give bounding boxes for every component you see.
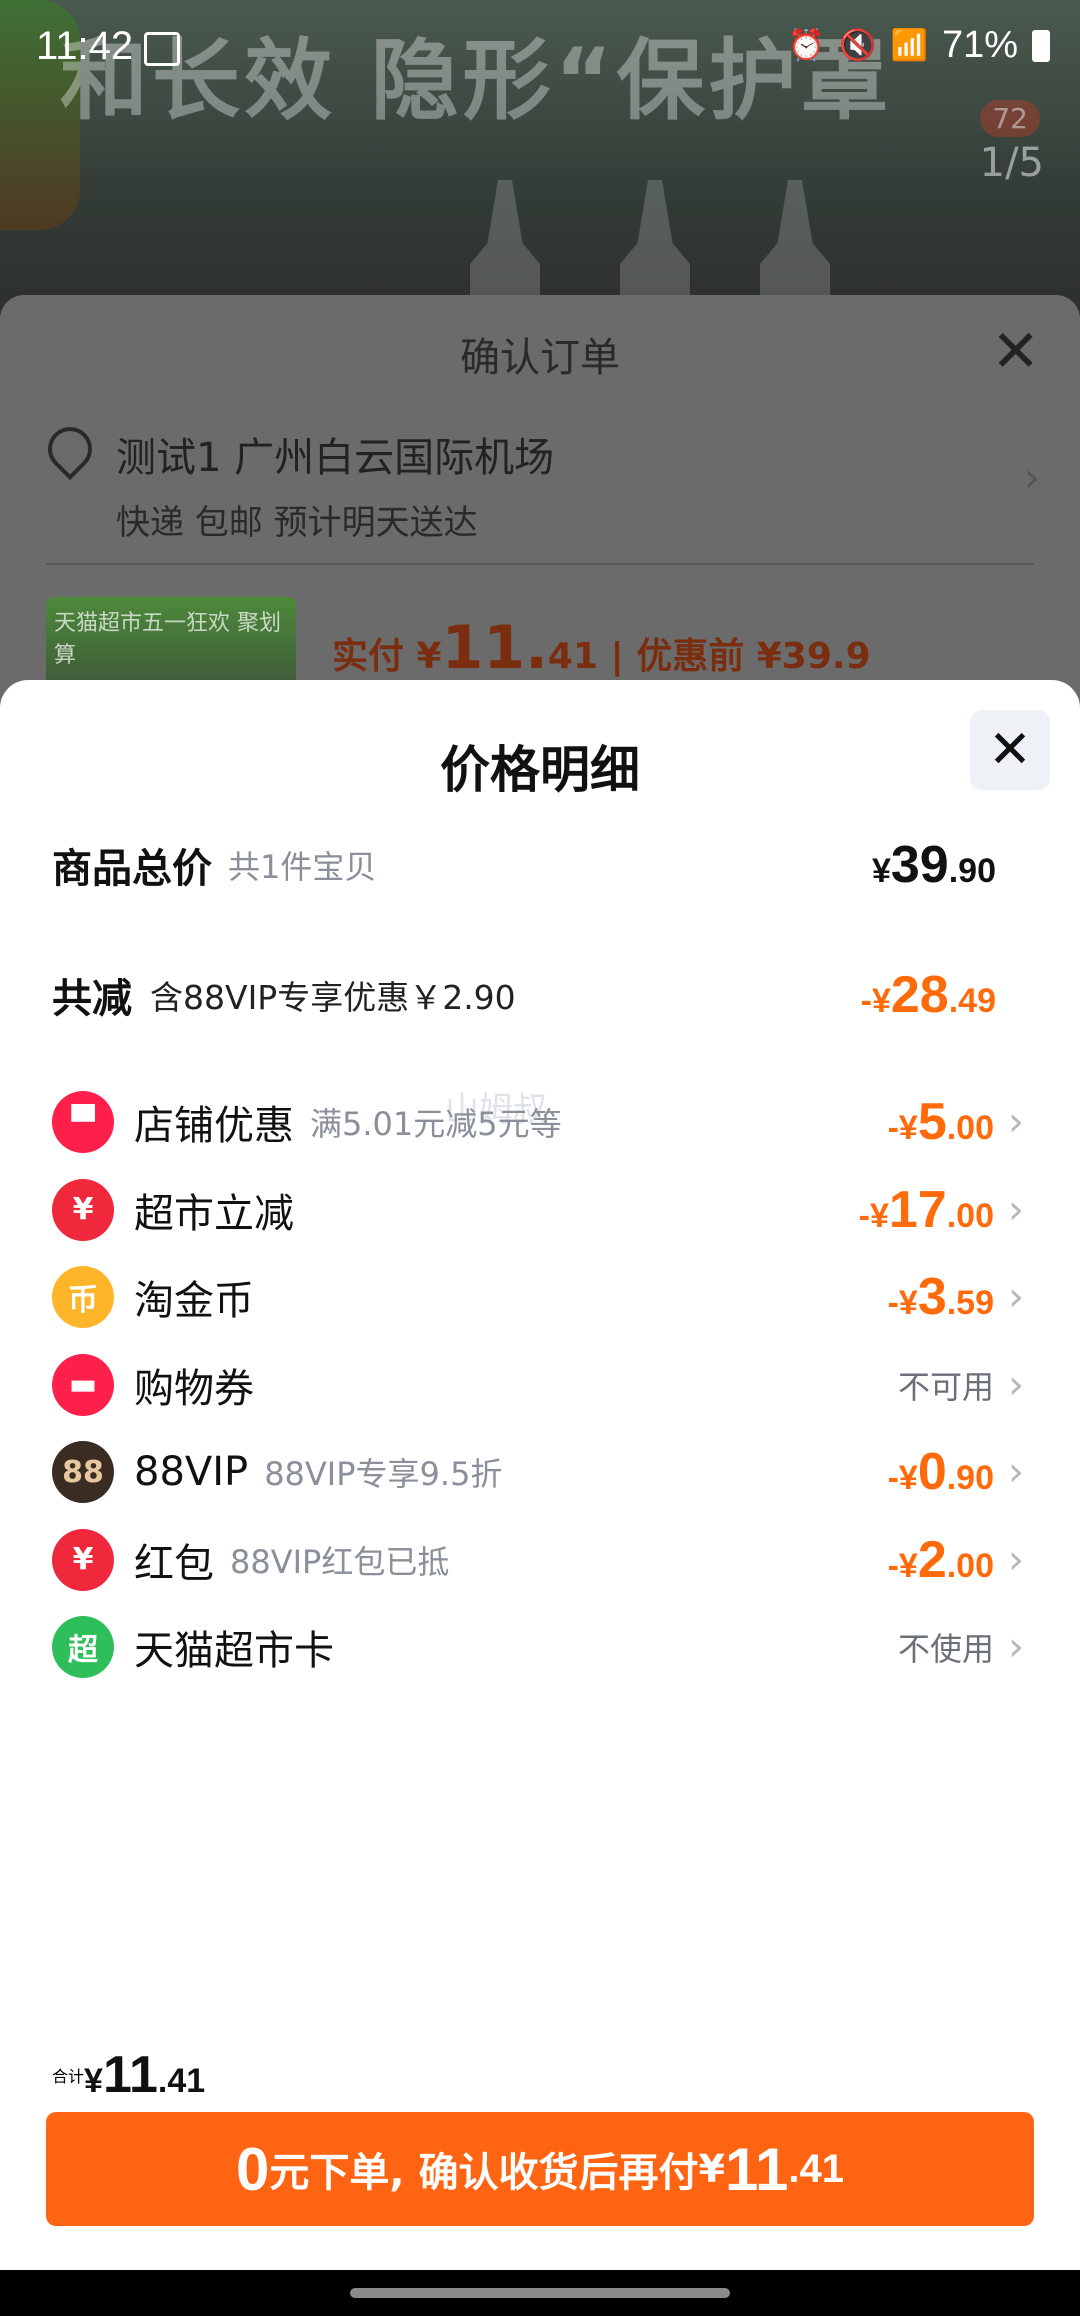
delivery-address[interactable]: 测试1 广州白云国际机场 bbox=[116, 425, 554, 483]
red-packet-icon: ¥ bbox=[52, 1528, 114, 1591]
chevron-right-icon: › bbox=[1008, 1449, 1024, 1495]
divider bbox=[46, 563, 1034, 565]
item-amount: -¥3.59 bbox=[887, 1268, 994, 1326]
chevron-right-icon: › bbox=[1008, 1361, 1024, 1408]
item-status: 不可用 bbox=[897, 1367, 994, 1406]
88vip-icon: 88 bbox=[52, 1441, 114, 1503]
price-detail-sheet: 价格明细 ✕ 商品总价 共1件宝贝 ¥39.90 共减 含88VIP专享优惠￥2… bbox=[0, 680, 1080, 2270]
item-label: 天猫超市卡 bbox=[134, 1628, 334, 1674]
item-label: 88VIP bbox=[134, 1449, 249, 1495]
home-indicator[interactable] bbox=[350, 2288, 730, 2298]
item-label: 超市立减 bbox=[134, 1190, 294, 1237]
total-discount-row: 共减 含88VIP专享优惠￥2.90 -¥28.49 bbox=[52, 966, 996, 1024]
item-amount: -¥0.90 bbox=[887, 1443, 994, 1501]
status-time: 11:42 bbox=[36, 24, 134, 68]
discount-item-row[interactable]: 超天猫超市卡 不使用 › bbox=[52, 1602, 1028, 1692]
confirm-order-sheet: 确认订单 ✕ 测试1 广州白云国际机场 快递 包邮 预计明天送达 › 天猫超市五… bbox=[0, 295, 1080, 717]
order-pay-summary: 实付 ¥11.41 | 优惠前 ¥39.9 bbox=[332, 613, 871, 683]
status-bar: 11:42 ⏰ 🔇 📶 71% bbox=[0, 0, 1080, 98]
item-label: 店铺优惠 bbox=[134, 1103, 294, 1149]
item-amount: -¥2.00 bbox=[887, 1530, 994, 1589]
wifi-icon: 📶 bbox=[890, 29, 928, 62]
alarm-icon: ⏰ bbox=[787, 29, 826, 62]
discount-item-row[interactable]: 币淘金币 -¥3.59 › bbox=[52, 1252, 1028, 1342]
battery-icon bbox=[1032, 29, 1050, 62]
discount-item-row[interactable]: ▀ 店铺优惠 满5.01元减5元等 -¥5.00 › bbox=[52, 1077, 1028, 1167]
item-subtext: 88VIP红包已抵 bbox=[230, 1542, 450, 1581]
store-icon: ▀ bbox=[52, 1091, 114, 1153]
chevron-right-icon: › bbox=[1008, 1274, 1024, 1320]
chevron-right-icon: › bbox=[1008, 1186, 1024, 1233]
cart-badge: 72 bbox=[980, 100, 1040, 137]
discount-item-row[interactable]: ¥ 红包 88VIP红包已抵 -¥2.00 › bbox=[52, 1515, 1028, 1605]
order-title: 确认订单 bbox=[460, 335, 620, 381]
close-icon[interactable]: ✕ bbox=[991, 317, 1040, 385]
item-status: 不使用 bbox=[897, 1630, 994, 1668]
chevron-right-icon: › bbox=[1008, 1099, 1024, 1145]
chevron-right-icon: › bbox=[1008, 1536, 1024, 1583]
mute-icon: 🔇 bbox=[839, 29, 877, 62]
discount-item-row[interactable]: ¥ 超市立减 -¥17.00 › bbox=[52, 1165, 1028, 1255]
close-icon: ✕ bbox=[988, 720, 1032, 780]
item-label: 购物券 bbox=[134, 1365, 254, 1412]
gallery-notification-icon bbox=[144, 32, 180, 66]
sheet-title: 价格明细 bbox=[440, 741, 640, 799]
supermarket-discount-icon: ¥ bbox=[52, 1178, 114, 1241]
chevron-right-icon: › bbox=[1008, 1624, 1024, 1670]
location-pin-icon bbox=[38, 417, 102, 481]
item-subtext: 满5.01元减5元等 bbox=[310, 1105, 562, 1143]
tmall-card-icon: 超 bbox=[52, 1616, 114, 1678]
coupon-icon: ▬ bbox=[52, 1353, 114, 1416]
battery-percent: 71% bbox=[941, 24, 1018, 66]
price-before-discount: | 优惠前 ¥39.9 bbox=[610, 636, 871, 677]
item-amount: -¥17.00 bbox=[858, 1180, 994, 1239]
item-label: 淘金币 bbox=[134, 1278, 254, 1324]
grand-total-row: 合计 ¥11.41 bbox=[52, 2046, 206, 2104]
item-subtext: 88VIP专享9.5折 bbox=[264, 1455, 503, 1493]
delivery-info: 快递 包邮 预计明天送达 bbox=[116, 503, 478, 543]
status-icons: ⏰ 🔇 📶 71% bbox=[788, 24, 1050, 67]
place-order-button[interactable]: 0 元下单, 确认收货后再付 ¥ 11 .41 bbox=[46, 2112, 1034, 2226]
item-amount: -¥5.00 bbox=[887, 1093, 994, 1151]
discount-item-row[interactable]: 88 88VIP 88VIP专享9.5折 -¥0.90 › bbox=[52, 1427, 1028, 1517]
discount-item-row[interactable]: ▬ 购物券 不可用 › bbox=[52, 1340, 1028, 1430]
chevron-right-icon[interactable]: › bbox=[1024, 455, 1040, 501]
close-button[interactable]: ✕ bbox=[970, 710, 1050, 790]
image-counter: 1/5 bbox=[979, 140, 1044, 186]
item-label: 红包 bbox=[134, 1540, 214, 1587]
goods-total-row: 商品总价 共1件宝贝 ¥39.90 bbox=[52, 836, 996, 894]
coin-icon: 币 bbox=[52, 1266, 114, 1328]
